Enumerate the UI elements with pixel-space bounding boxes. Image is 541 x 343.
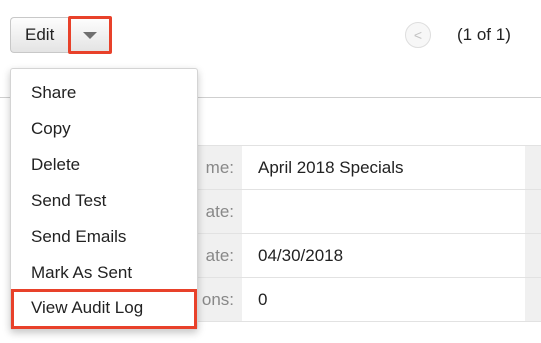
detail-row: ate: — [150, 190, 541, 234]
pagination: < (1 of 1) — [405, 22, 511, 48]
menu-item-view-audit-log[interactable]: View Audit Log — [11, 289, 197, 329]
menu-item-share[interactable]: Share — [11, 75, 197, 111]
detail-row: ate: 04/30/2018 — [150, 234, 541, 278]
previous-record-button[interactable]: < — [405, 22, 431, 48]
edit-button[interactable]: Edit — [10, 17, 69, 53]
actions-dropdown-toggle[interactable] — [68, 16, 113, 54]
chevron-left-icon: < — [413, 27, 423, 43]
edit-button-group: Edit — [10, 16, 113, 54]
detail-row: me: April 2018 Specials — [150, 145, 541, 190]
menu-item-mark-as-sent[interactable]: Mark As Sent — [11, 255, 197, 291]
actions-dropdown-menu: Share Copy Delete Send Test Send Emails … — [10, 68, 198, 330]
record-count: (1 of 1) — [457, 25, 511, 44]
row-side-cell — [525, 190, 541, 233]
row-side-cell — [525, 278, 541, 321]
menu-item-send-test[interactable]: Send Test — [11, 183, 197, 219]
record-detail-table: me: April 2018 Specials ate: ate: 04/30/… — [150, 145, 541, 322]
row-side-cell — [525, 146, 541, 189]
menu-item-send-emails[interactable]: Send Emails — [11, 219, 197, 255]
field-value: April 2018 Specials — [258, 158, 404, 177]
menu-item-copy[interactable]: Copy — [11, 111, 197, 147]
field-value: 0 — [258, 290, 268, 309]
row-side-cell — [525, 234, 541, 277]
chevron-down-icon — [83, 31, 98, 39]
menu-item-delete[interactable]: Delete — [11, 147, 197, 183]
field-value: 04/30/2018 — [258, 246, 344, 265]
detail-row: ons: 0 — [150, 278, 541, 322]
